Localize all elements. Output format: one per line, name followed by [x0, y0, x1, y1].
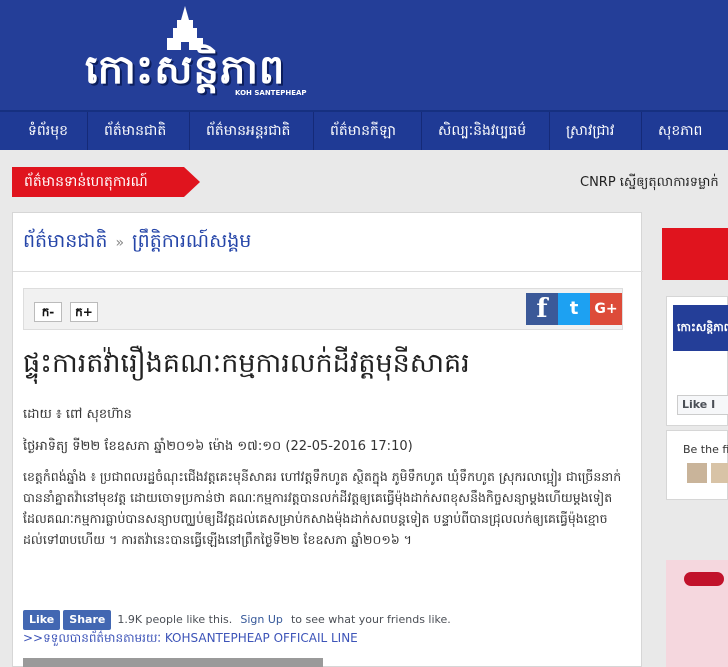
article-author: ដោយ ៖ ពៅ សុខហ៊ាន — [23, 407, 132, 422]
breadcrumb-category[interactable]: ព័ត៌មានជាតិ — [23, 230, 107, 252]
breaking-arrow-icon — [184, 167, 200, 197]
facebook-like-row: Like Share 1.9K people like this. Sign Up … — [23, 609, 451, 630]
breaking-news-bar: ព័ត៌មានទាន់ហេតុការណ៍ CNRP ស្នើឲ្យតុលាការ… — [0, 150, 728, 212]
breaking-news-label[interactable]: ព័ត៌មានទាន់ហេតុការណ៍ — [12, 167, 184, 197]
article-date: ថ្ងៃអាទិត្យ ទី២២ ខែឧសភា ឆ្នាំ២០១៦ ម៉ោង ១… — [23, 439, 413, 454]
news-ticker[interactable]: CNRP ស្នើឲ្យតុលាការទម្លាក់ — [580, 174, 719, 193]
breadcrumb: ព័ត៌មានជាតិ » ព្រឹត្តិការណ៍សង្គម — [23, 229, 251, 257]
facebook-share-button[interactable]: Share — [63, 609, 112, 630]
like-count: 1.9K people like this. — [117, 613, 233, 626]
breadcrumb-separator: » — [115, 235, 125, 251]
nav-item-home[interactable]: ទំព័រមុខ — [12, 112, 88, 150]
ad-brand-mark — [684, 572, 724, 586]
facebook-share-icon[interactable]: f — [526, 293, 558, 325]
breadcrumb-divider — [13, 271, 643, 272]
facebook-like-button[interactable]: Like — [23, 609, 61, 630]
site-subtitle: KOH SANTEPHEAP — [235, 89, 307, 97]
article-panel: ព័ត៌មានជាតិ » ព្រឹត្តិការណ៍សង្គម ក- ក+ f t… — [12, 212, 643, 667]
nav-item-sports[interactable]: ព័ត៌មានកីឡា — [314, 112, 422, 150]
font-increase-button[interactable]: ក+ — [70, 302, 98, 322]
friend-avatar[interactable] — [687, 463, 707, 483]
article-body: ខេត្តកំពង់ឆ្នាំង ៖ ប្រជាពលរដ្ឋចំណុះជើងវត… — [23, 469, 622, 547]
friend-avatar[interactable] — [711, 463, 728, 483]
sidebar-facebook-widget: កោះសន្តិភាព Like I — [666, 296, 728, 426]
sidebar-red-banner[interactable] — [662, 228, 728, 280]
googleplus-share-icon[interactable]: G+ — [590, 293, 622, 325]
site-header: កោះសន្តិភាព KOH SANTEPHEAP — [0, 0, 728, 110]
article-image-strip — [23, 658, 323, 667]
breadcrumb-subcategory[interactable]: ព្រឹត្តិការណ៍សង្គម — [132, 230, 251, 252]
twitter-share-icon[interactable]: t — [558, 293, 590, 325]
nav-item-research[interactable]: ស្រាវជ្រាវ — [550, 112, 642, 150]
article-title: ផ្ទុះការតវ៉ារឿងគណៈកម្មការលក់ដីវត្តមុនីសា… — [23, 348, 470, 379]
sidebar-widget-logo[interactable]: កោះសន្តិភាព — [673, 305, 728, 351]
facebook-signup-suffix: to see what your friends like. — [290, 613, 451, 626]
facebook-signup-link[interactable]: Sign Up — [240, 613, 283, 626]
main-nav: ទំព័រមុខ ព័ត៌មានជាតិ ព័ត៌មានអន្តរជាតិ ព័… — [0, 110, 728, 150]
nav-item-health[interactable]: សុខភាព — [642, 112, 728, 150]
sidebar-first-friends-text: Be the fi — [683, 443, 728, 456]
sidebar-like-button[interactable]: Like I — [677, 395, 728, 415]
line-official-link[interactable]: >>ទទួលបានព័ត៌មានតាមរយៈ KOHSANTEPHEAP OFF… — [23, 630, 358, 648]
nav-item-national[interactable]: ព័ត៌មានជាតិ — [88, 112, 190, 150]
sidebar-friends-widget: Be the fi — [666, 430, 728, 500]
sidebar-advertisement[interactable] — [666, 560, 728, 667]
font-decrease-button[interactable]: ក- — [34, 302, 62, 322]
article-toolbar: ក- ក+ f t G+ — [23, 288, 623, 330]
nav-item-international[interactable]: ព័ត៌មានអន្តរជាតិ — [190, 112, 314, 150]
site-logo[interactable]: កោះសន្តិភាព KOH SANTEPHEAP — [85, 6, 315, 106]
nav-item-arts-culture[interactable]: សិល្បៈនិងវប្បធម៌ — [422, 112, 550, 150]
